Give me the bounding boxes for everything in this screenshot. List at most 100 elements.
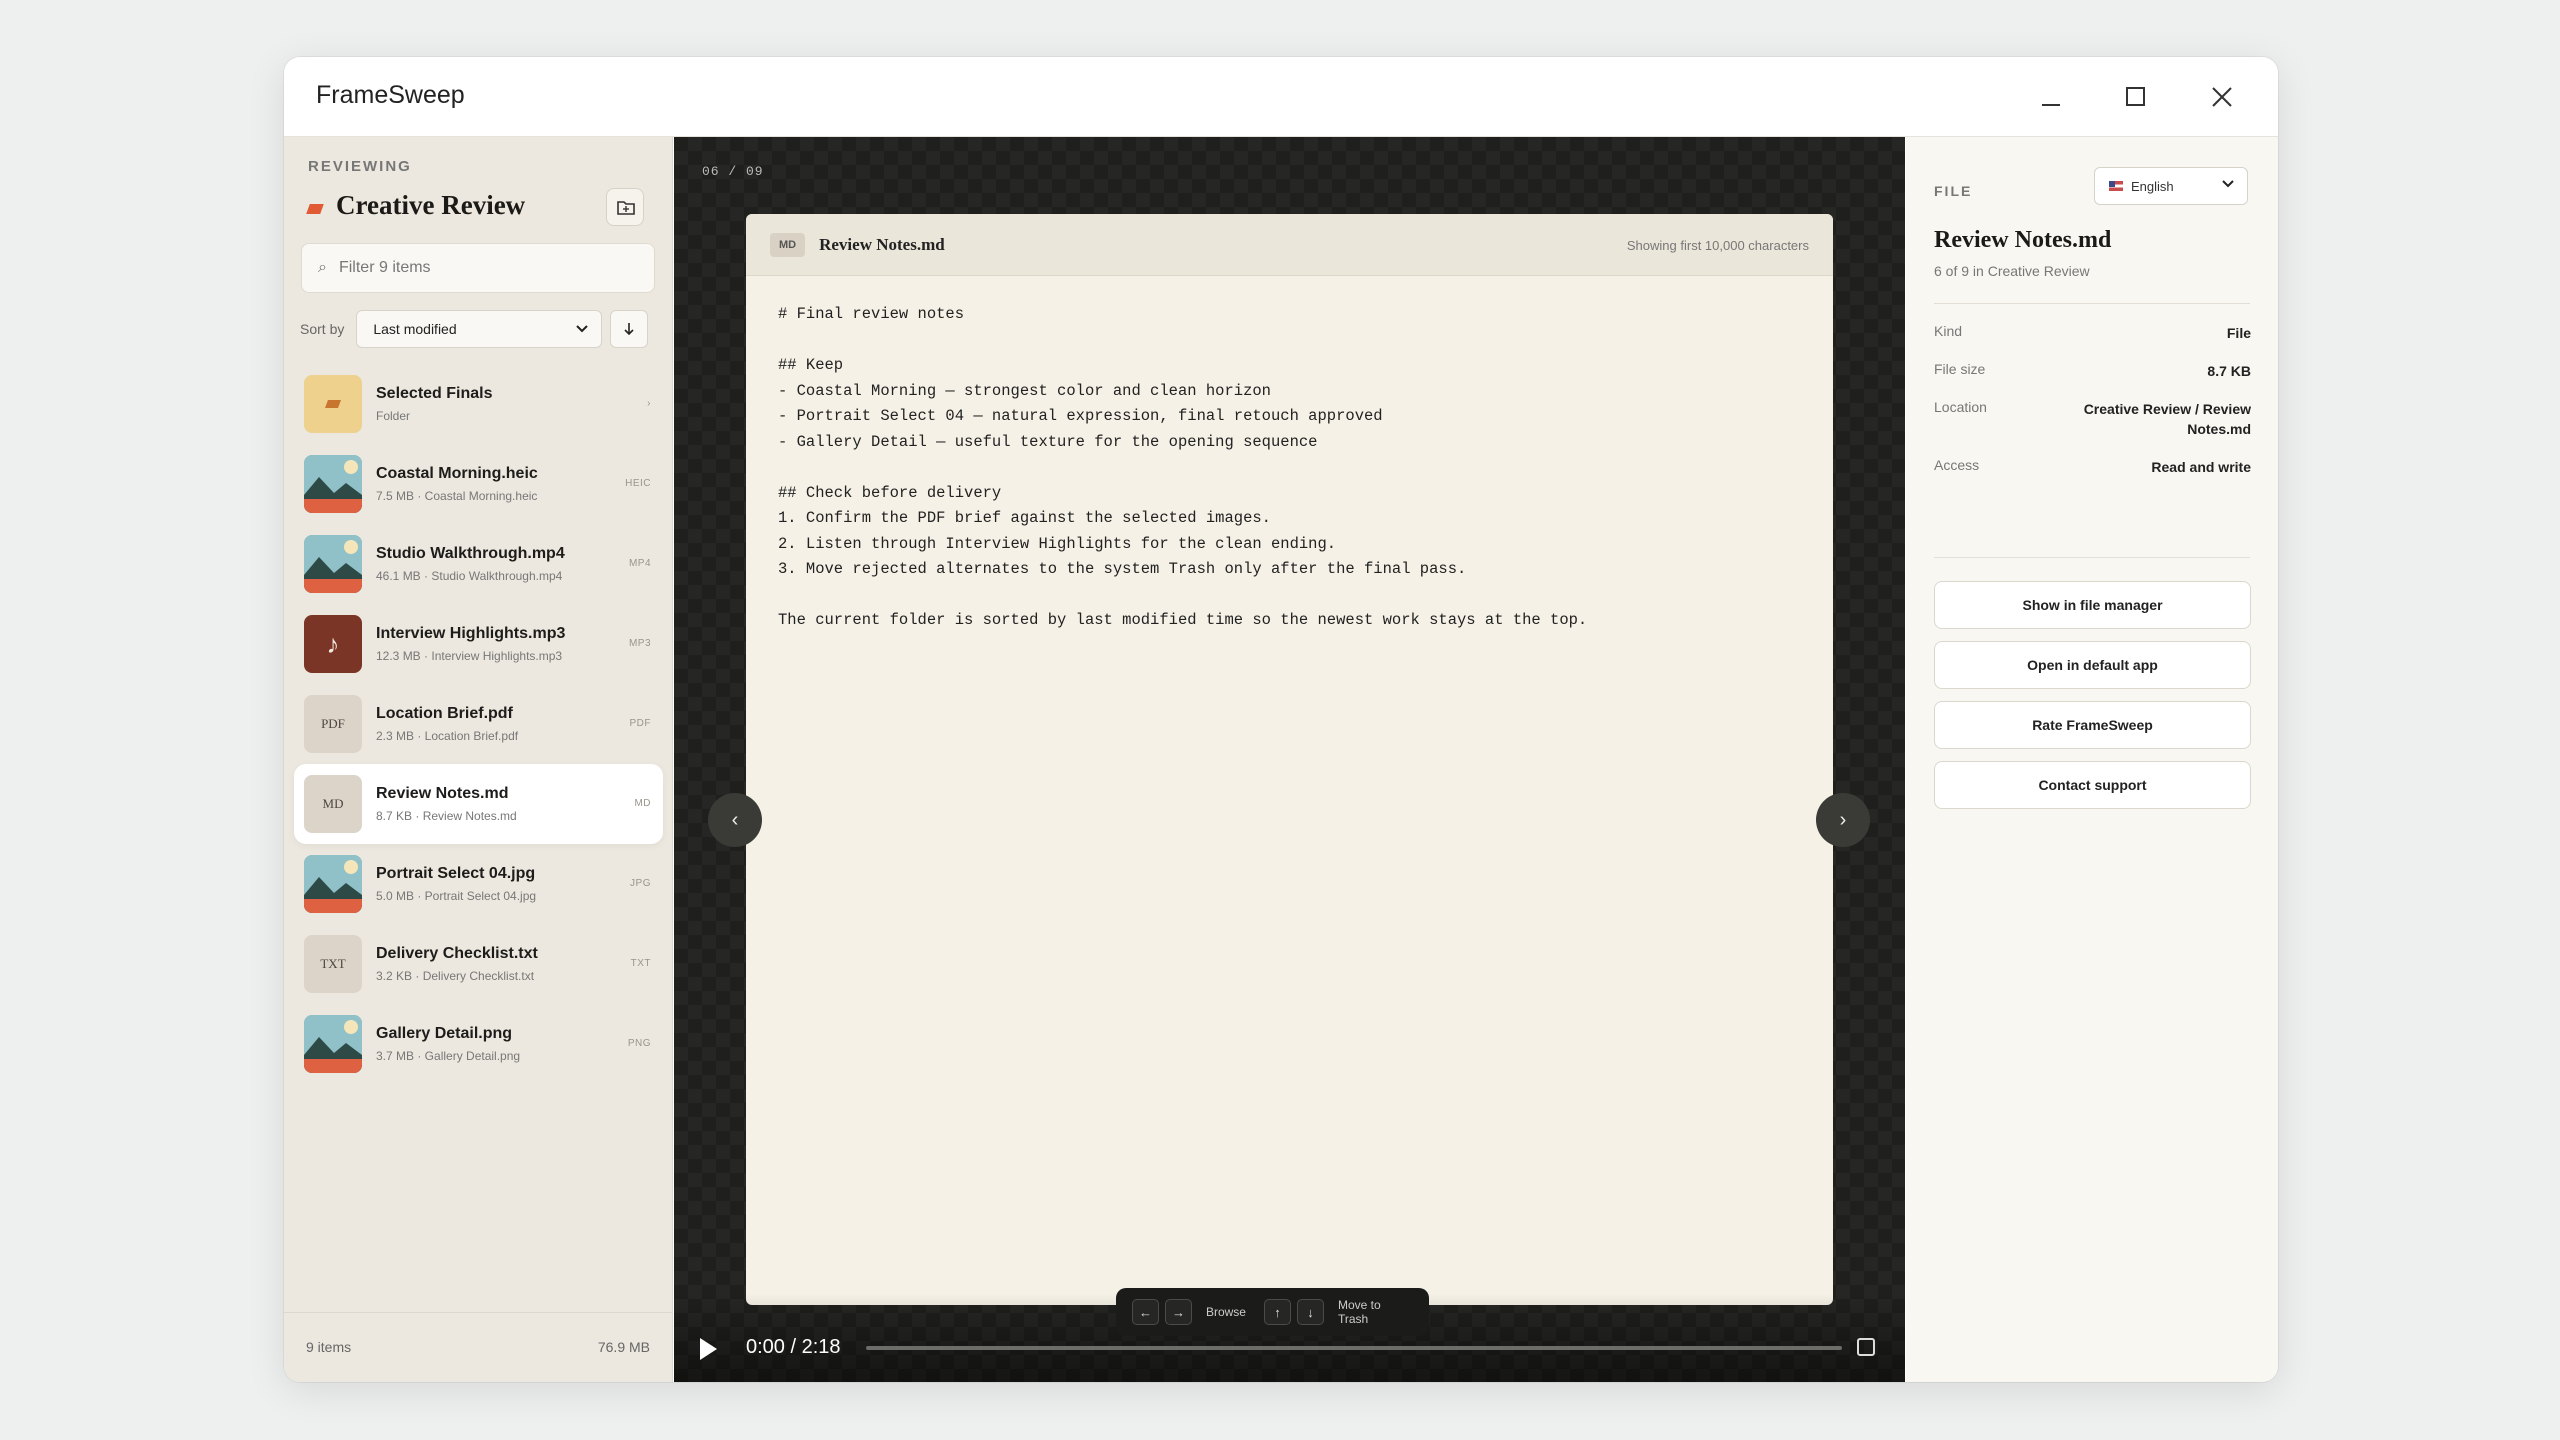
preview-viewer: 06 / 09 MD Review Notes.md Showing first… [674, 137, 1905, 1382]
fullscreen-icon[interactable] [1857, 1338, 1875, 1356]
pdf-icon: PDF [321, 716, 345, 731]
play-icon[interactable] [700, 1338, 717, 1360]
document-thumbnail: PDF [304, 695, 362, 753]
item-type-tag: JPG [630, 878, 651, 889]
contact-support-button[interactable]: Contact support [1934, 761, 2251, 809]
divider [1934, 557, 2250, 558]
property-row: Location Creative Review / Review Notes.m… [1934, 399, 2251, 439]
landscape-icon [304, 455, 362, 513]
show-in-file-manager-button[interactable]: Show in file manager [1934, 581, 2251, 629]
open-folder-button[interactable] [606, 188, 644, 226]
language-select[interactable]: English [2094, 167, 2248, 205]
list-item[interactable]: Portrait Select 04.jpg 5.0 MB · Portrait … [294, 844, 663, 924]
divider [1934, 303, 2250, 304]
chevron-down-icon [2222, 180, 2234, 188]
item-name: Delivery Checklist.txt [376, 945, 538, 962]
document-preview: MD Review Notes.md Showing first 10,000 … [746, 214, 1833, 1305]
document-name: Review Notes.md [819, 234, 945, 254]
item-name: Studio Walkthrough.mp4 [376, 545, 565, 562]
item-type-tag: TXT [630, 958, 651, 969]
document-thumbnail: MD [304, 775, 362, 833]
list-item[interactable]: Selected Finals Folder › [294, 364, 663, 444]
filter-field[interactable]: ⌕ [301, 243, 655, 293]
previous-button[interactable]: ‹ [708, 793, 762, 847]
item-meta: 7.5 MB · Coastal Morning.heic [376, 489, 538, 503]
property-row: Access Read and write [1934, 457, 2251, 477]
browse-hint: Browse [1205, 1305, 1246, 1319]
sidebar-footer: 9 items 76.9 MB [284, 1312, 672, 1382]
keyboard-hint: ← → Browse ↑ ↓ Move to Trash [1116, 1288, 1429, 1336]
item-meta: 2.3 MB · Location Brief.pdf [376, 729, 519, 743]
down-key-icon: ↓ [1296, 1299, 1324, 1325]
sidebar-header: Creative Review [306, 190, 525, 221]
property-key: Location [1934, 399, 1987, 415]
arrow-down-icon [624, 323, 634, 336]
minimize-icon [2042, 104, 2060, 106]
item-meta: 3.2 KB · Delivery Checklist.txt [376, 969, 535, 983]
folder-icon [617, 201, 635, 215]
item-counter: 06 / 09 [702, 164, 764, 179]
music-note-icon: ♪ [326, 628, 340, 659]
close-icon [2212, 87, 2232, 107]
sort-direction-button[interactable] [610, 310, 649, 348]
details-label: FILE [1934, 183, 1973, 199]
left-key-icon: ← [1132, 1299, 1159, 1325]
sort-select[interactable]: Last modified [356, 310, 603, 348]
open-default-app-button[interactable]: Open in default app [1934, 641, 2251, 689]
sort-label: Sort by [300, 321, 345, 337]
item-meta: Folder [376, 409, 411, 423]
property-list: Kind File File size 8.7 KB Location Creativ… [1934, 323, 2251, 495]
property-row: Kind File [1934, 323, 2251, 343]
file-title: Review Notes.md [1934, 227, 2112, 253]
item-name: Review Notes.md [376, 785, 509, 802]
playback-controls: 0:00 / 2:18 ← → Browse ↑ ↓ Move to Trash [674, 1288, 1905, 1382]
total-size: 76.9 MB [597, 1339, 650, 1355]
app-window: FrameSweep REVIEWING Creative Review ⌕ S… [284, 57, 2278, 1382]
item-count: 9 items [306, 1339, 352, 1355]
list-item[interactable]: ♪ Interview Highlights.mp3 12.3 MB · Inte… [294, 604, 663, 684]
item-meta: 46.1 MB · Studio Walkthrough.mp4 [376, 569, 563, 583]
audio-thumbnail: ♪ [304, 615, 362, 673]
document-header: MD Review Notes.md Showing first 10,000 … [746, 214, 1833, 276]
close-button[interactable] [2198, 73, 2246, 121]
image-thumbnail [304, 855, 362, 913]
property-value: Creative Review / Review Notes.md [2083, 401, 2251, 437]
image-thumbnail [304, 455, 362, 513]
markdown-icon: MD [322, 796, 344, 811]
text-file-icon: TXT [320, 956, 346, 971]
maximize-icon [2126, 87, 2145, 106]
list-item[interactable]: Coastal Morning.heic 7.5 MB · Coastal Mor… [294, 444, 663, 524]
item-meta: 3.7 MB · Gallery Detail.png [376, 1049, 521, 1063]
landscape-icon [304, 855, 362, 913]
item-name: Selected Finals [376, 385, 493, 402]
chevron-right-icon: › [1839, 808, 1847, 831]
item-type-tag: PDF [629, 718, 651, 729]
chevron-left-icon: ‹ [731, 808, 739, 831]
file-position: 6 of 9 in Creative Review [1934, 263, 2090, 279]
next-button[interactable]: › [1816, 793, 1870, 847]
scrub-bar[interactable] [866, 1346, 1842, 1350]
item-name: Interview Highlights.mp3 [376, 625, 566, 642]
list-item[interactable]: TXT Delivery Checklist.txt 3.2 KB · Deliv… [294, 924, 663, 1004]
list-item[interactable]: Studio Walkthrough.mp4 46.1 MB · Studio W… [294, 524, 663, 604]
sort-row: Sort by Last modified [300, 310, 649, 348]
maximize-button[interactable] [2112, 73, 2160, 121]
folder-flag-icon [325, 400, 341, 408]
minimize-button[interactable] [2026, 73, 2074, 121]
landscape-icon [304, 535, 362, 593]
trash-hint: Move to Trash [1337, 1298, 1381, 1326]
property-key: File size [1934, 361, 1986, 377]
item-type-tag: MP4 [628, 558, 651, 569]
document-thumbnail: TXT [304, 935, 362, 993]
item-name: Coastal Morning.heic [376, 465, 538, 482]
item-meta: 5.0 MB · Portrait Select 04.jpg [376, 889, 537, 903]
sidebar: REVIEWING Creative Review ⌕ Sort by Last… [284, 137, 673, 1382]
filter-input[interactable] [338, 259, 619, 277]
list-item-selected[interactable]: MD Review Notes.md 8.7 KB · Review Notes.… [294, 764, 663, 844]
list-item[interactable]: PDF Location Brief.pdf 2.3 MB · Location … [294, 684, 663, 764]
playback-time: 0:00 / 2:18 [746, 1336, 841, 1358]
item-chevron-icon: › [647, 398, 651, 409]
up-key-icon: ↑ [1263, 1299, 1291, 1325]
rate-app-button[interactable]: Rate FrameSweep [1934, 701, 2251, 749]
list-item[interactable]: Gallery Detail.png 3.7 MB · Gallery Detai… [294, 1004, 663, 1084]
